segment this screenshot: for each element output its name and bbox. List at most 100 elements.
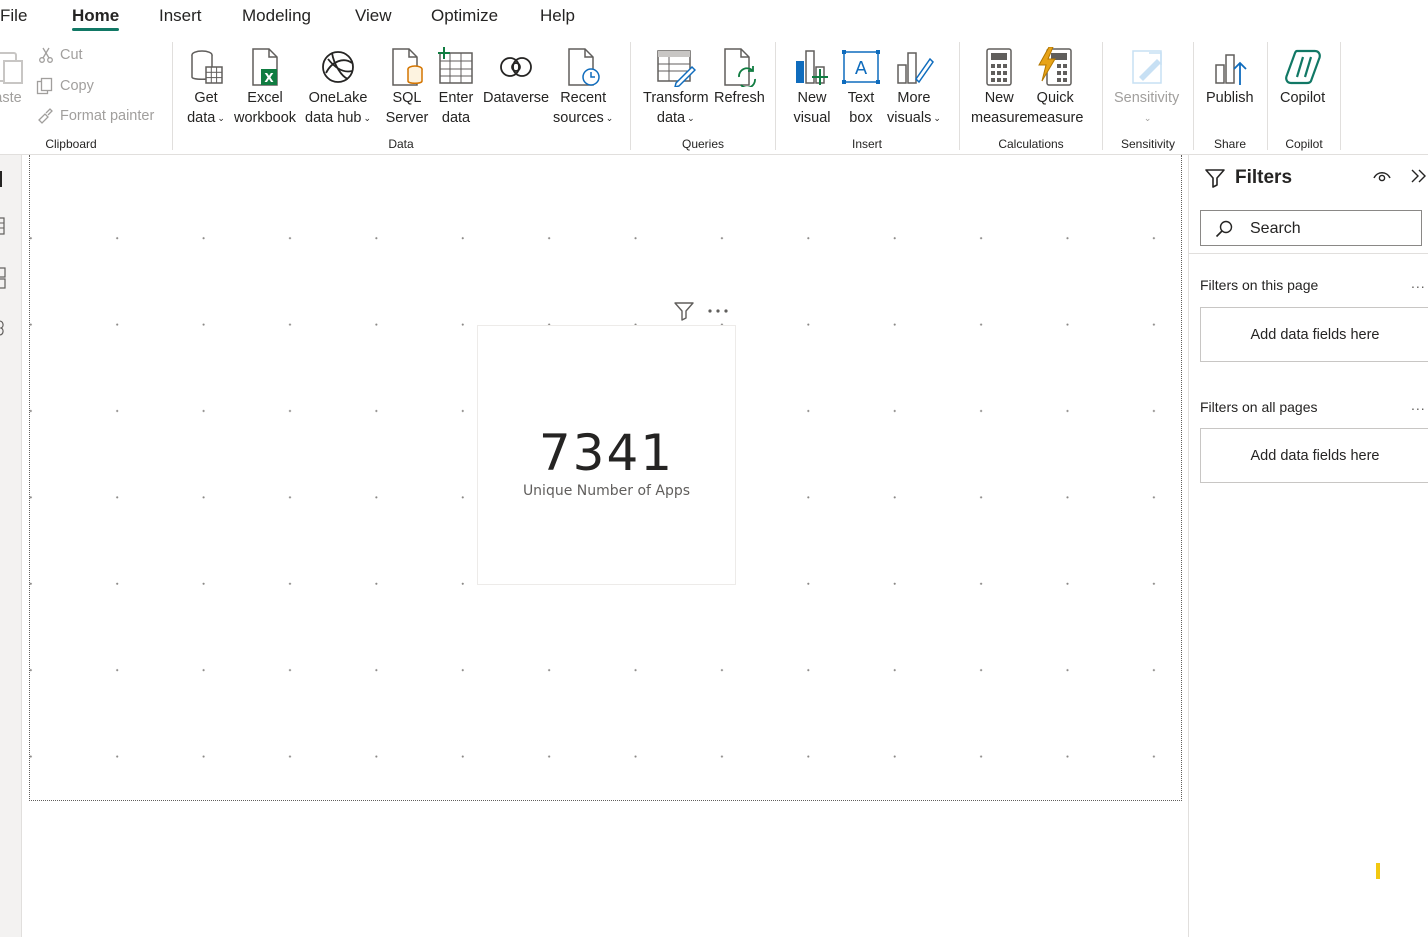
table-view-icon[interactable] <box>0 217 8 235</box>
group-separator <box>1102 42 1103 150</box>
more-visuals-button[interactable]: More visuals ⌄ <box>887 46 941 128</box>
tab-file[interactable]: File <box>0 6 27 26</box>
filters-pane: Filters Search Filters on this page ... … <box>1188 155 1428 937</box>
more-visuals-icon <box>892 46 936 88</box>
search-placeholder: Search <box>1250 220 1301 237</box>
group-separator <box>172 42 173 150</box>
more-visuals-label-2: visuals <box>887 110 932 126</box>
report-view-icon[interactable] <box>0 171 8 187</box>
copilot-label: Copilot <box>1280 90 1326 106</box>
onelake-label-2: data hub <box>305 110 362 126</box>
new-measure-label-1: New <box>984 90 1014 106</box>
get-data-label-1: Get <box>194 90 218 106</box>
filters-all-pages-well[interactable]: Add data fields here <box>1200 428 1428 483</box>
new-measure-button[interactable]: New measure <box>971 46 1027 128</box>
sensitivity-label: Sensitivity <box>1114 90 1180 106</box>
onelake-data-hub-button[interactable]: OneLake data hub ⌄ <box>305 46 371 128</box>
svg-text:A: A <box>855 58 868 79</box>
sql-server-button[interactable]: SQL Server <box>385 46 429 128</box>
group-separator <box>959 42 960 150</box>
calculator-icon <box>977 46 1021 88</box>
group-separator <box>630 42 631 150</box>
group-label-sensitivity: Sensitivity <box>1120 137 1176 151</box>
dataverse-button[interactable]: Dataverse <box>483 46 549 108</box>
visual-header <box>673 300 733 322</box>
group-label-queries: Queries <box>681 137 725 151</box>
enter-data-button[interactable]: Enter data <box>434 46 478 128</box>
group-separator <box>775 42 776 150</box>
excel-label-1: Excel <box>247 90 283 106</box>
quick-measure-button[interactable]: Quick measure <box>1027 46 1083 128</box>
tab-view[interactable]: View <box>355 6 392 26</box>
quick-measure-icon <box>1033 46 1077 88</box>
paste-icon <box>0 46 30 88</box>
sensitivity-button[interactable]: Sensitivity ⌄ <box>1114 46 1179 128</box>
excel-workbook-button[interactable]: X Excel workbook <box>234 46 296 128</box>
filters-search-input[interactable]: Search <box>1200 210 1422 246</box>
group-label-data: Data <box>388 137 414 151</box>
dax-query-view-icon[interactable] <box>0 319 8 337</box>
collapse-pane-icon[interactable] <box>1409 168 1427 184</box>
sql-label-1: SQL <box>392 90 422 106</box>
cursor-marker <box>1376 863 1380 879</box>
quick-measure-label-2: measure <box>1027 110 1084 126</box>
new-visual-button[interactable]: New visual <box>790 46 834 128</box>
tab-insert[interactable]: Insert <box>159 6 202 26</box>
transform-label-2: data <box>656 110 686 126</box>
card-label: Unique Number of Apps <box>522 483 691 499</box>
more-options-icon[interactable]: ... <box>1411 275 1426 291</box>
group-label-clipboard: Clipboard <box>45 137 97 151</box>
text-box-icon: A <box>839 46 883 88</box>
publish-button[interactable]: Publish <box>1206 46 1254 108</box>
copilot-button[interactable]: Copilot <box>1280 46 1325 108</box>
new-visual-icon <box>790 46 834 88</box>
tab-help[interactable]: Help <box>540 6 575 26</box>
filters-on-this-page-label: Filters on this page <box>1200 277 1319 293</box>
filter-icon[interactable] <box>673 301 695 321</box>
get-data-button[interactable]: Get data ⌄ <box>184 46 228 128</box>
tab-modeling[interactable]: Modeling <box>242 6 311 26</box>
text-box-button[interactable]: A Text box <box>839 46 883 128</box>
text-box-label-1: Text <box>847 90 875 106</box>
dataverse-icon <box>494 46 538 88</box>
group-separator <box>1267 42 1268 150</box>
tab-home[interactable]: Home <box>72 6 120 31</box>
copy-button[interactable]: Copy <box>36 77 94 95</box>
text-box-label-2: box <box>849 110 873 126</box>
menu-bar: File Home Insert Modeling View Optimize … <box>0 0 1428 38</box>
copy-icon <box>36 77 53 95</box>
format-painter-button[interactable]: Format painter <box>36 107 154 125</box>
model-view-icon[interactable] <box>0 267 8 289</box>
paste-label: aste <box>0 90 22 106</box>
chevron-down-icon: ⌄ <box>217 113 225 123</box>
format-painter-icon <box>38 108 53 124</box>
card-value: 7341 <box>538 424 675 482</box>
more-options-icon[interactable] <box>707 308 729 314</box>
filters-this-page-well[interactable]: Add data fields here <box>1200 307 1428 362</box>
quick-measure-label-1: Quick <box>1036 90 1074 106</box>
group-label-share: Share <box>1213 137 1247 151</box>
sensitivity-icon <box>1125 46 1169 88</box>
publish-label: Publish <box>1206 90 1254 106</box>
svg-text:X: X <box>264 71 274 85</box>
group-label-insert: Insert <box>851 137 883 151</box>
chevron-down-icon: ⌄ <box>933 113 941 123</box>
cut-button[interactable]: Cut <box>38 47 83 63</box>
recent-label-1: Recent <box>560 90 607 106</box>
sql-label-2: Server <box>385 110 429 126</box>
group-separator <box>1340 42 1341 150</box>
paste-button[interactable]: aste <box>0 46 30 108</box>
enter-data-label-2: data <box>441 110 471 126</box>
refresh-button[interactable]: Refresh <box>714 46 765 108</box>
chevron-down-icon: ⌄ <box>1143 113 1152 123</box>
transform-data-button[interactable]: Transform data ⌄ <box>643 46 709 128</box>
new-measure-label-2: measure <box>971 110 1028 126</box>
filter-icon <box>1205 169 1225 188</box>
card-visual[interactable]: 7341 Unique Number of Apps <box>477 325 736 585</box>
more-options-icon[interactable]: ... <box>1411 397 1426 413</box>
recent-sources-button[interactable]: Recent sources ⌄ <box>553 46 613 128</box>
table-add-icon <box>434 46 478 88</box>
eye-icon[interactable] <box>1373 169 1391 183</box>
copilot-icon <box>1281 46 1325 88</box>
tab-optimize[interactable]: Optimize <box>431 6 498 26</box>
